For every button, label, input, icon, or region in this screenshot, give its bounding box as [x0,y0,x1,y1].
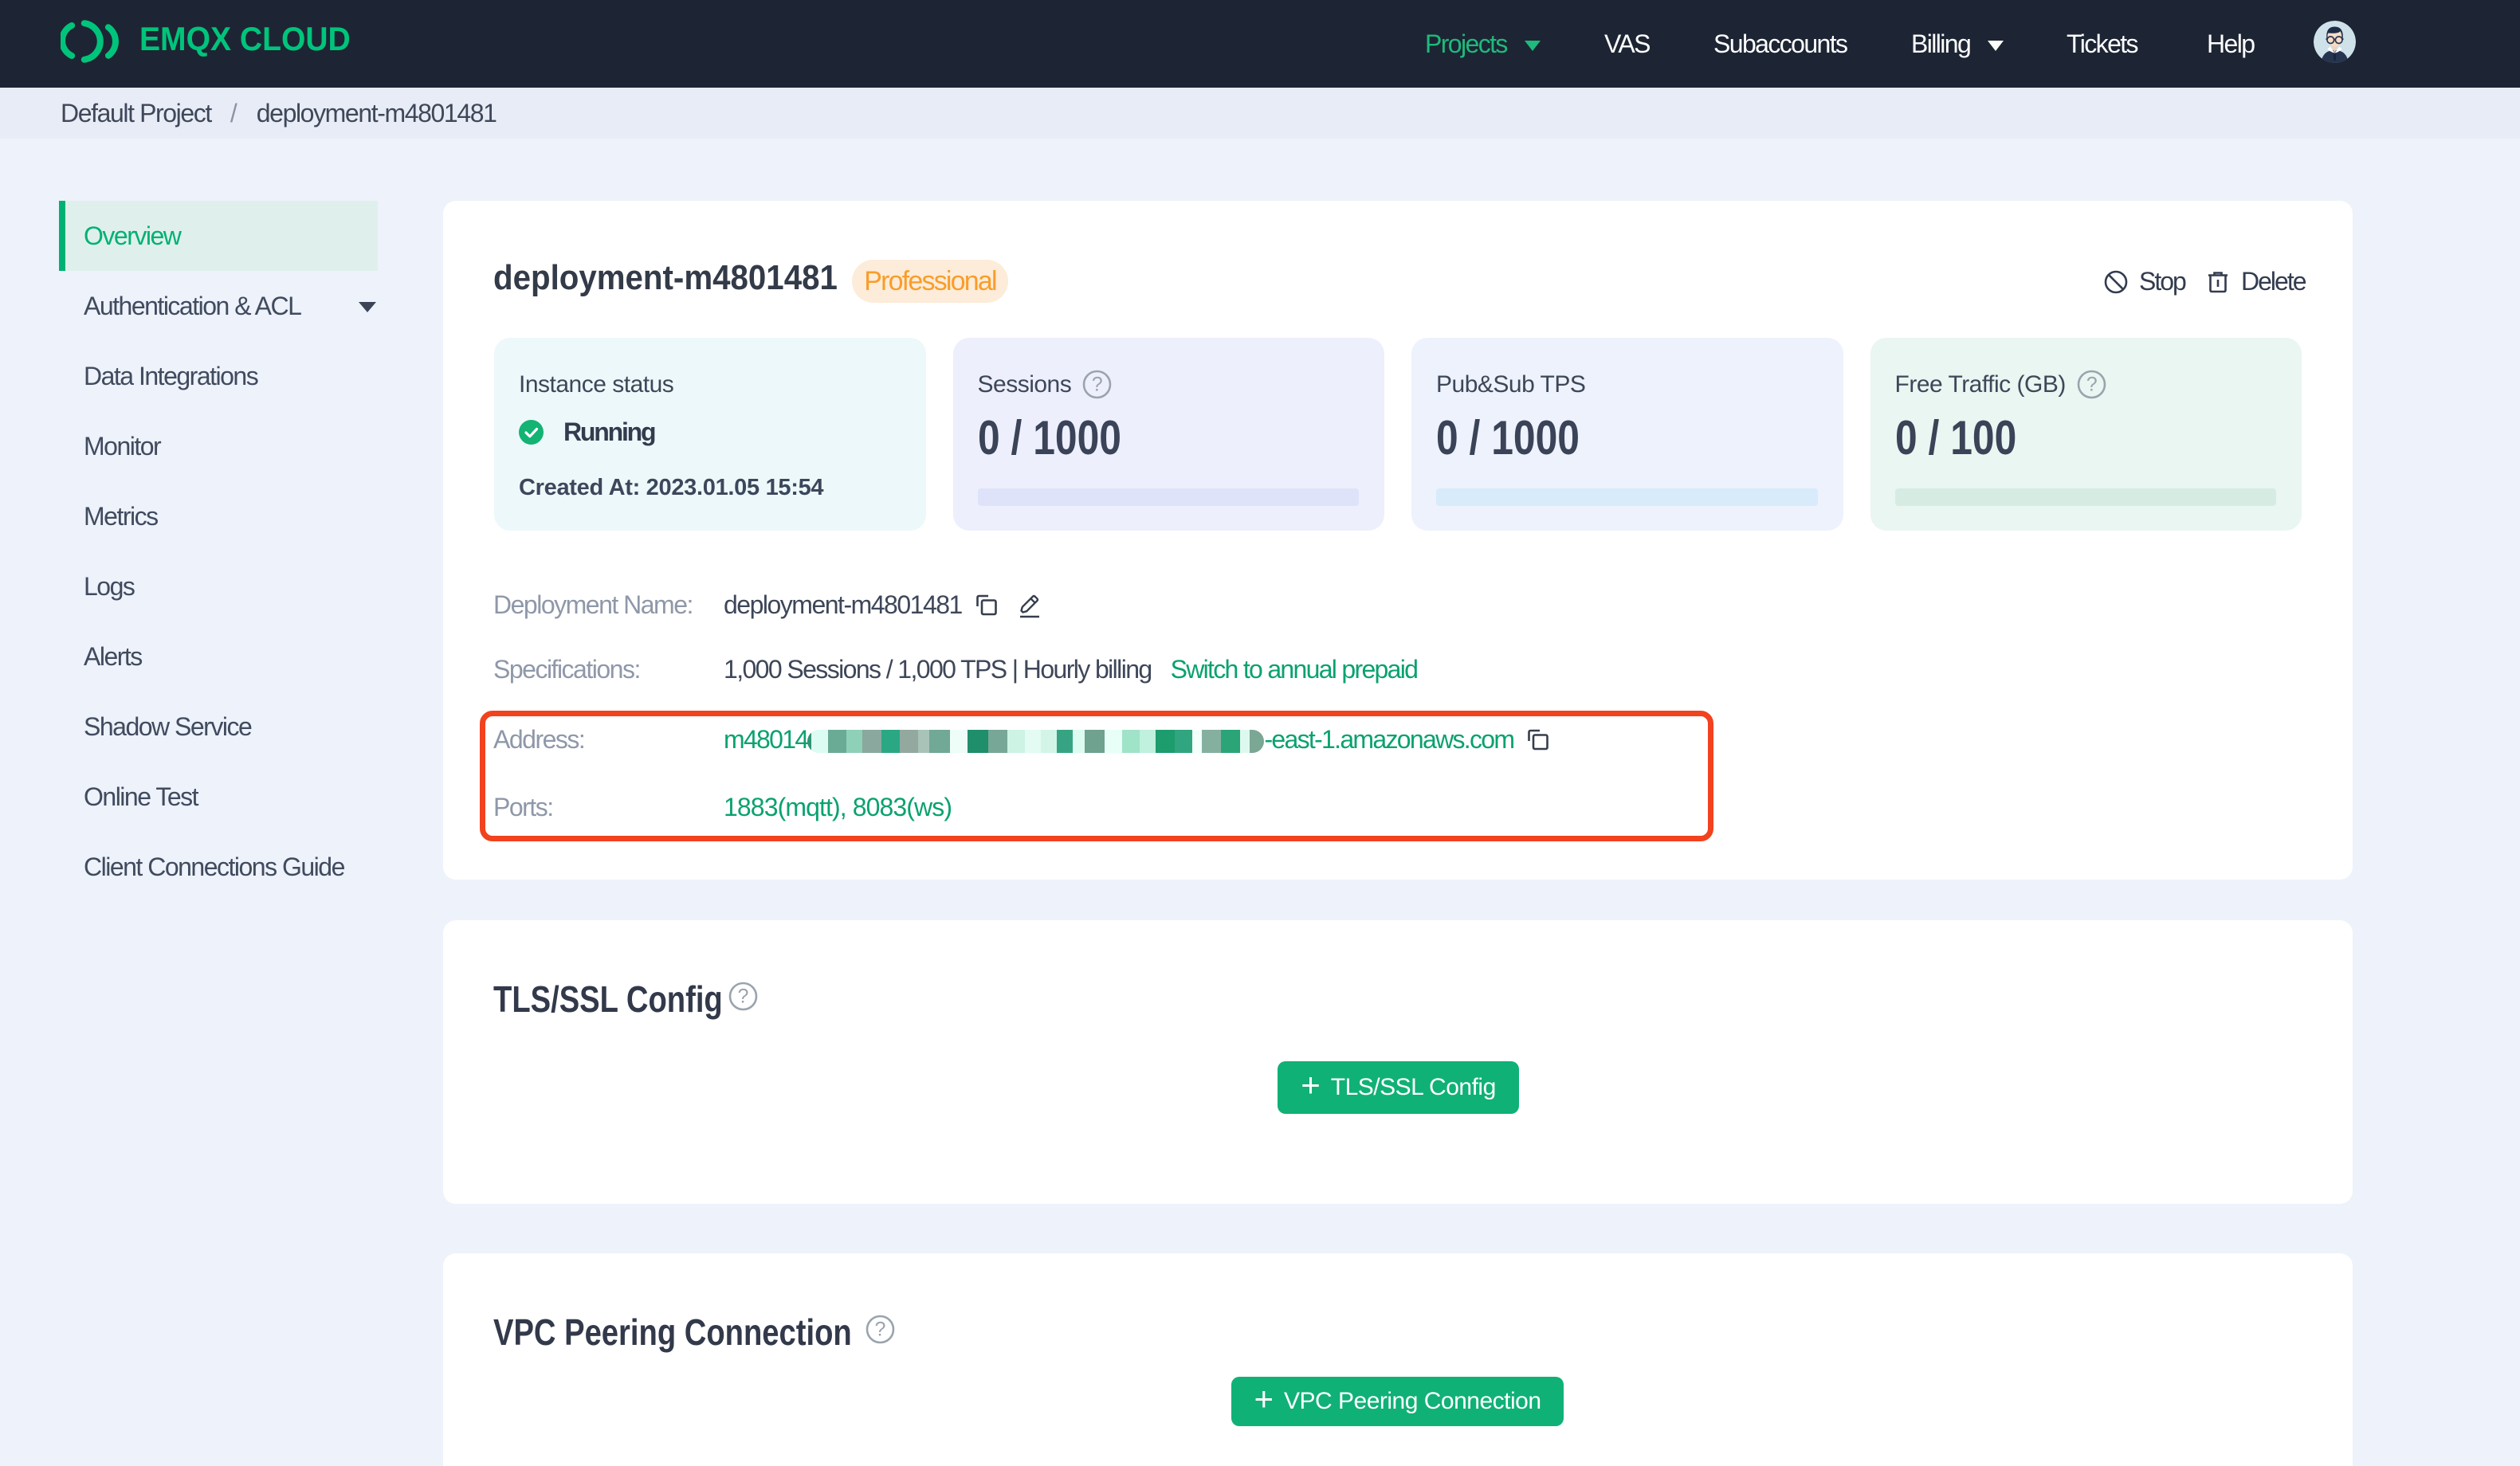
svg-text:?: ? [2086,374,2097,396]
svg-text:?: ? [738,986,749,1008]
svg-text:?: ? [1092,374,1102,396]
svg-text:?: ? [875,1319,886,1341]
